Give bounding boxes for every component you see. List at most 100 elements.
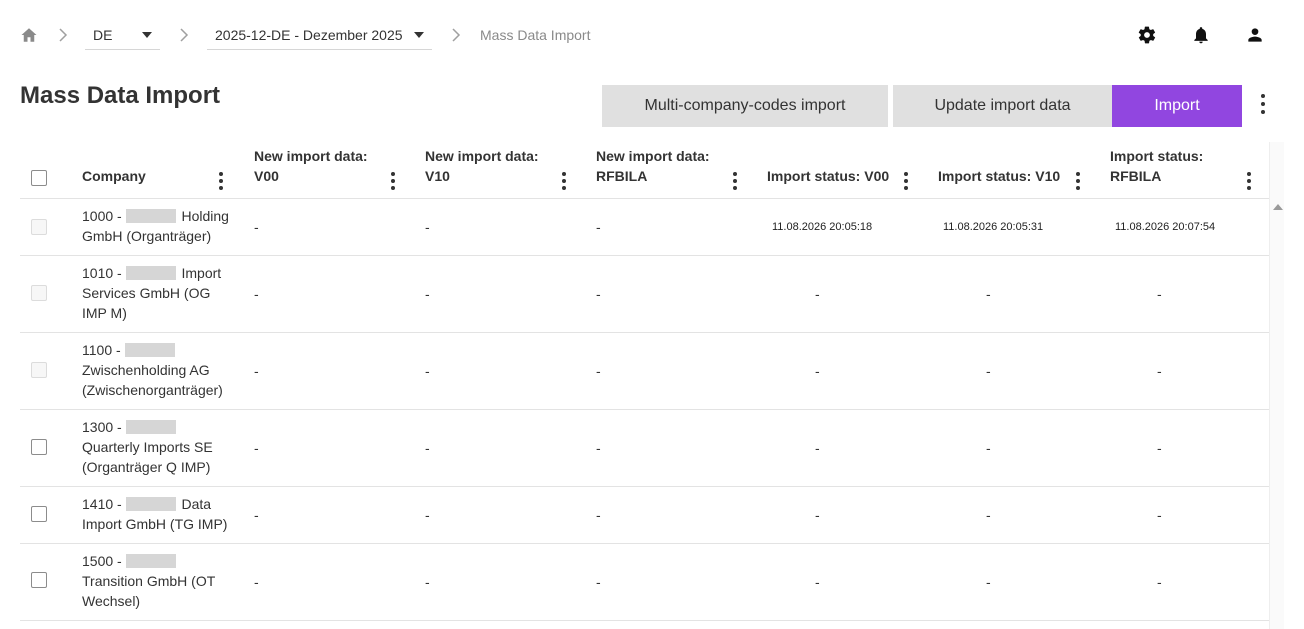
column-header-label: V10 (425, 168, 450, 184)
redacted-text (125, 497, 176, 511)
column-menu-icon[interactable] (391, 172, 395, 193)
column-menu-icon[interactable] (1247, 172, 1251, 193)
column-header-import-status-rfbila: Import status: RFBILA (1110, 142, 1260, 198)
column-header-label: Import status: V00 (767, 168, 890, 184)
import-table: Company New import data: V00 New import d… (20, 142, 1270, 629)
home-icon[interactable] (20, 26, 38, 44)
column-header-label: Import status: (1110, 148, 1204, 164)
select-all-checkbox[interactable] (31, 170, 47, 186)
company-name-part: GmbH (Organträger) (82, 228, 212, 244)
column-header-new-import-rfbila: New import data: RFBILA (596, 142, 746, 198)
company-name-part: Zwischenholding AG (82, 362, 210, 378)
import-status-v10-cell: - (986, 440, 991, 456)
column-menu-icon[interactable] (904, 172, 908, 193)
import-status-v10-cell: - (986, 574, 991, 590)
bell-icon[interactable] (1191, 25, 1211, 45)
scroll-up-arrow-icon[interactable] (1273, 204, 1283, 210)
column-header-label: V00 (254, 168, 279, 184)
company-name-part: Holding (181, 208, 229, 224)
import-button[interactable]: Import (1112, 85, 1242, 127)
new-import-v00-cell: - (254, 286, 259, 302)
company-name-part: IMP M) (82, 305, 127, 321)
import-status-rfbila-cell: 11.08.2026 20:07:54 (1115, 221, 1216, 233)
import-status-v10-cell: - (986, 286, 991, 302)
table-row[interactable]: 1010 - Import Services GmbH (OG IMP M) -… (20, 256, 1269, 333)
update-import-data-button[interactable]: Update import data (893, 85, 1112, 127)
column-menu-icon[interactable] (219, 172, 223, 193)
company-name-part: Quarterly Imports SE (82, 439, 213, 455)
gear-icon[interactable] (1137, 25, 1157, 45)
user-icon[interactable] (1245, 25, 1265, 45)
company-name-part: (Zwischenorganträger) (82, 382, 223, 398)
import-status-v00-cell: - (815, 440, 820, 456)
table-row[interactable]: 1000 - Holding GmbH (Organträger) - - - … (20, 199, 1269, 256)
import-status-v00-cell: - (815, 574, 820, 590)
column-header-company: Company (82, 142, 232, 198)
column-menu-icon[interactable] (733, 172, 737, 193)
import-status-v00-cell: - (815, 507, 820, 523)
column-header-new-import-v00: New import data: V00 (254, 142, 404, 198)
column-header-label: New import data: (596, 148, 710, 164)
column-header-label: RFBILA (1110, 168, 1162, 184)
chevron-down-icon (142, 32, 152, 38)
company-code: 1410 - (82, 496, 122, 512)
period-select[interactable]: 2025-12-DE - Dezember 2025 (207, 20, 432, 50)
new-import-v10-cell: - (425, 574, 430, 590)
company-name-part: Wechsel) (82, 593, 141, 609)
redacted-text (125, 554, 176, 568)
table-row[interactable]: 1410 - Data Import GmbH (TG IMP) - - - -… (20, 487, 1269, 544)
column-menu-icon[interactable] (1076, 172, 1080, 193)
company-code: 1300 - (82, 419, 122, 435)
chevron-right-icon (180, 28, 189, 42)
company-code: 1000 - (82, 208, 122, 224)
new-import-v10-cell: - (425, 507, 430, 523)
new-import-v00-cell: - (254, 574, 259, 590)
row-checkbox[interactable] (31, 506, 47, 522)
table-header: Company New import data: V00 New import d… (20, 142, 1269, 199)
column-header-label: Import status: V10 (938, 168, 1061, 184)
row-checkbox[interactable] (31, 439, 47, 455)
table-row[interactable]: 1100 - Zwischenholding AG (Zwischenorgan… (20, 333, 1269, 410)
new-import-rfbila-cell: - (596, 219, 601, 235)
new-import-v10-cell: - (425, 440, 430, 456)
new-import-rfbila-cell: - (596, 286, 601, 302)
column-header-import-status-v10: Import status: V10 (938, 142, 1088, 198)
column-header-label: New import data: (425, 148, 539, 164)
import-status-v10-cell: 11.08.2026 20:05:31 (943, 221, 1044, 233)
row-checkbox (31, 362, 47, 378)
breadcrumb-current: Mass Data Import (480, 27, 591, 43)
redacted-text (125, 209, 176, 223)
company-cell: 1300 - Quarterly Imports SE (Organträger… (82, 417, 242, 477)
new-import-rfbila-cell: - (596, 440, 601, 456)
new-import-v10-cell: - (425, 286, 430, 302)
redacted-text (125, 266, 176, 280)
row-checkbox (31, 219, 47, 235)
multi-company-codes-import-button[interactable]: Multi-company-codes import (602, 85, 888, 127)
redacted-text (124, 343, 175, 357)
more-actions-icon[interactable] (1261, 94, 1265, 118)
vertical-scrollbar[interactable] (1269, 142, 1284, 629)
column-menu-icon[interactable] (562, 172, 566, 193)
row-checkbox[interactable] (31, 572, 47, 588)
company-cell: 1010 - Import Services GmbH (OG IMP M) (82, 263, 242, 323)
company-cell: 1410 - Data Import GmbH (TG IMP) (82, 494, 242, 534)
new-import-v10-cell: - (425, 363, 430, 379)
chevron-down-icon (414, 32, 424, 38)
import-status-rfbila-cell: - (1157, 363, 1162, 379)
country-select[interactable]: DE (85, 20, 160, 50)
page-title: Mass Data Import (20, 82, 221, 109)
column-header-label: Company (82, 168, 146, 184)
company-code: 1500 - (82, 553, 122, 569)
company-name-part: Services GmbH (OG (82, 285, 211, 301)
company-name-part: Transition GmbH (OT (82, 573, 216, 589)
top-bar: DE 2025-12-DE - Dezember 2025 Mass Data … (0, 0, 1304, 70)
company-cell: 1100 - Zwischenholding AG (Zwischenorgan… (82, 340, 242, 400)
chevron-right-icon (59, 28, 68, 42)
chevron-right-icon (452, 28, 461, 42)
import-status-rfbila-cell: - (1157, 440, 1162, 456)
new-import-v00-cell: - (254, 219, 259, 235)
table-row[interactable]: 1300 - Quarterly Imports SE (Organträger… (20, 410, 1269, 487)
column-header-import-status-v00: Import status: V00 (767, 142, 917, 198)
import-status-v00-cell: - (815, 286, 820, 302)
table-row[interactable]: 1500 - Transition GmbH (OT Wechsel) - - … (20, 544, 1269, 621)
